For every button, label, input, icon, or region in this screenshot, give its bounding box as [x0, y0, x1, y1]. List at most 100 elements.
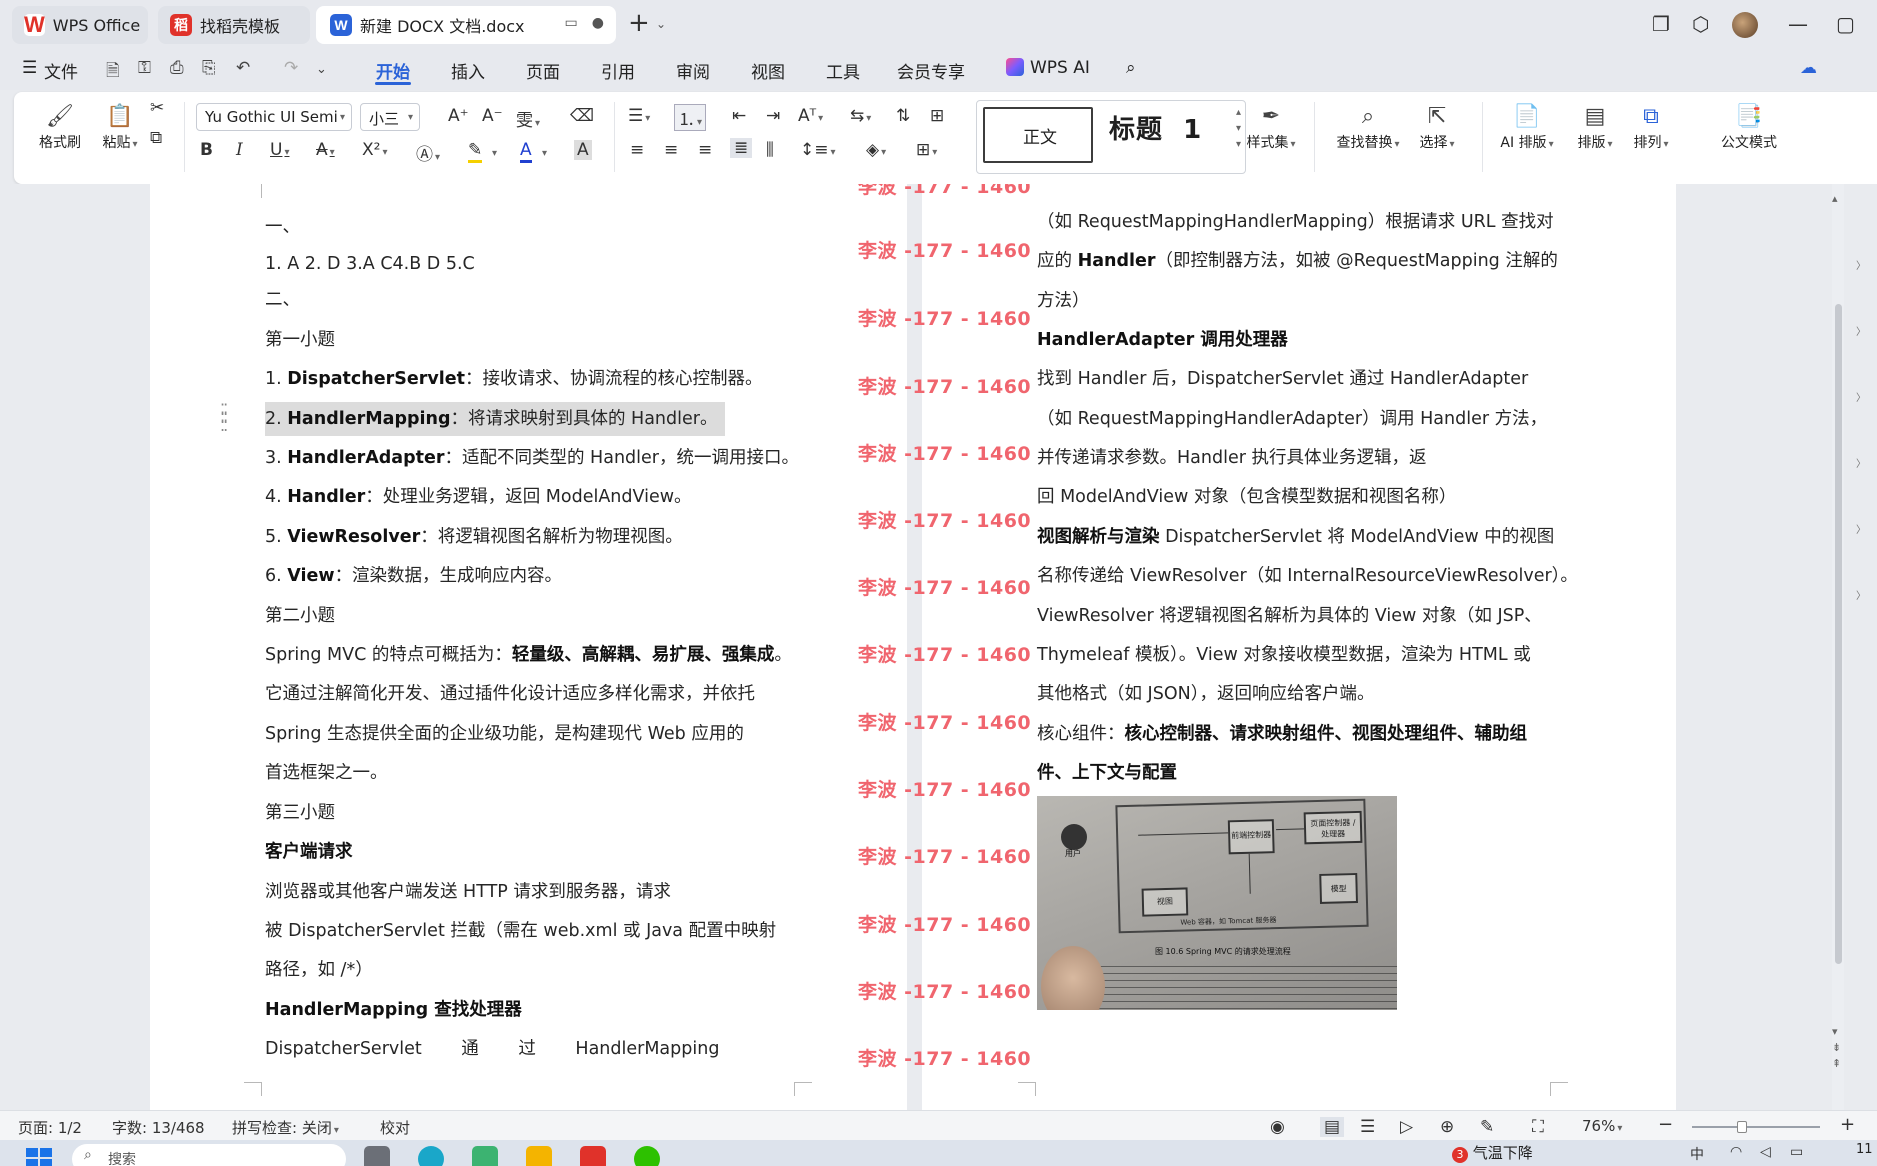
new-tab-button[interactable]: + [628, 10, 650, 36]
undo-icon[interactable]: ↶ [236, 58, 250, 78]
taskbar-search-box[interactable]: ⌕ 搜索 [72, 1144, 346, 1166]
layout-button[interactable]: ▤ 排版 ▾ [1570, 102, 1620, 152]
app-icon[interactable] [472, 1146, 498, 1166]
zoom-in-icon[interactable]: + [1840, 1114, 1855, 1135]
align-right-icon[interactable]: ≡ [698, 140, 712, 160]
web-view-icon[interactable]: ⊕ [1440, 1117, 1454, 1137]
tab-daoke-templates[interactable]: 稻 找稻壳模板 [158, 6, 310, 44]
print-preview-icon[interactable]: ⎘ [202, 58, 216, 78]
embedded-photo[interactable]: 前端控制器 页面控制器 / 处理器 模型 视图 Web 容器，如 Tomcat … [1037, 796, 1397, 1010]
menu-tab-tools[interactable]: 工具 [826, 58, 860, 83]
zoom-level[interactable]: 76% ▾ [1582, 1117, 1622, 1135]
wifi-icon[interactable]: ◠ [1730, 1144, 1742, 1160]
menu-tab-insert[interactable]: 插入 [451, 58, 485, 83]
superscript-button[interactable]: X² ▾ [362, 140, 388, 160]
spell-check-toggle[interactable]: 拼写检查: 关闭 ▾ [232, 1117, 339, 1138]
copy-icon[interactable]: ⧉ [150, 128, 162, 148]
unsaved-dot-icon[interactable]: ● [592, 15, 604, 31]
grow-font-icon[interactable]: A⁺ [448, 106, 469, 126]
cloud-upload-icon[interactable]: ☁ [1800, 58, 1817, 78]
menu-file[interactable]: 文件 [44, 58, 78, 83]
restore-layout-icon[interactable]: ❐ [1652, 12, 1670, 36]
word-count[interactable]: 字数: 13/468 [112, 1117, 205, 1138]
quick-access-chevron-icon[interactable]: ⌄ [316, 62, 327, 77]
increase-indent-icon[interactable]: ⇥ [766, 106, 780, 126]
minimize-button[interactable]: — [1788, 12, 1808, 36]
battery-icon[interactable]: ▭ [1790, 1144, 1803, 1160]
wps-taskbar-icon[interactable] [580, 1146, 606, 1166]
style-normal[interactable]: 正文 [983, 107, 1093, 163]
official-mode-button[interactable]: 📑 公文模式 [1702, 102, 1796, 152]
phonetic-guide-icon[interactable]: 雯 ▾ [516, 106, 540, 131]
file-explorer-icon[interactable] [526, 1146, 552, 1166]
text-effect-icon[interactable]: Ⓐ ▾ [416, 140, 440, 165]
select-button[interactable]: ⇱ 选择 ▾ [1410, 102, 1464, 152]
char-shading-icon[interactable]: A [574, 140, 592, 160]
menu-tab-home[interactable]: 开始 [376, 58, 410, 83]
line-spacing-icon[interactable]: ↕≡ ▾ [800, 140, 836, 160]
cut-icon[interactable]: ✂ [150, 98, 164, 118]
maximize-button[interactable]: ▢ [1836, 12, 1855, 36]
outline-view-icon[interactable]: ☰ [1360, 1117, 1375, 1137]
print-icon[interactable]: ⎙ [170, 58, 184, 78]
windows-start-icon[interactable] [26, 1148, 52, 1166]
proofread-button[interactable]: 校对 [380, 1117, 410, 1138]
scrollbar-thumb[interactable] [1835, 304, 1842, 964]
task-view-icon[interactable] [364, 1146, 390, 1166]
show-marks-icon[interactable]: ⊞ [930, 106, 944, 126]
zoom-slider-track[interactable] [1692, 1126, 1820, 1128]
menu-tab-references[interactable]: 引用 [601, 58, 635, 83]
tab-document[interactable]: W 新建 DOCX 文档.docx ▭ ● [316, 6, 616, 44]
distributed-icon[interactable]: ⫼ [766, 140, 774, 160]
search-icon[interactable]: ⌕ [1126, 58, 1136, 78]
char-scaling-icon[interactable]: ⇆ ▾ [850, 106, 871, 126]
bold-button[interactable]: B [200, 140, 213, 160]
weather-widget[interactable]: 3 气温下降 [1452, 1142, 1533, 1163]
scroll-up-icon[interactable]: ▴ [1832, 192, 1838, 205]
zoom-out-icon[interactable]: − [1658, 1114, 1673, 1135]
save-icon[interactable]: 🗎 [106, 58, 120, 87]
border-icon[interactable]: ⊞ ▾ [916, 140, 937, 160]
wechat-icon[interactable] [634, 1146, 660, 1166]
tab-wps-office[interactable]: W WPS Office [12, 6, 148, 44]
volume-icon[interactable]: ◁ [1760, 1144, 1771, 1160]
text-direction-icon[interactable]: Aᵀ ▾ [798, 106, 823, 126]
bullet-list-icon[interactable]: ☰ ▾ [628, 106, 650, 126]
font-color-button[interactable]: A [520, 140, 532, 163]
play-icon[interactable]: ▷ [1400, 1117, 1413, 1137]
highlight-icon[interactable]: ✎ [468, 140, 483, 163]
redo-icon[interactable]: ↷ [284, 58, 298, 78]
menu-tab-review[interactable]: 审阅 [676, 58, 710, 83]
menu-tab-view[interactable]: 视图 [751, 58, 785, 83]
eye-protection-icon[interactable]: ◉ [1270, 1117, 1285, 1137]
align-center-icon[interactable]: ≡ [664, 140, 678, 160]
menu-tab-wps-ai[interactable]: WPS AI [1006, 58, 1090, 78]
hamburger-icon[interactable]: ☰ [22, 58, 37, 78]
page-view-icon[interactable]: ▤ [1320, 1117, 1345, 1137]
numbered-list-icon[interactable]: ⒈ ▾ [674, 104, 707, 131]
strikethrough-button[interactable]: A ▾ [316, 140, 335, 160]
paragraph-drag-handle-icon[interactable]: ⁚⁚ ⁚⁚ ⁚⁚ [220, 402, 228, 434]
tab-list-chevron-icon[interactable]: ⌄ [656, 17, 666, 31]
ai-layout-button[interactable]: 📄 AI 排版 ▾ [1492, 102, 1562, 152]
italic-button[interactable]: I [236, 140, 243, 160]
find-replace-button[interactable]: ⌕ 查找替换 ▾ [1330, 102, 1406, 152]
clock[interactable]: 11 [1856, 1142, 1873, 1157]
ime-icon[interactable]: 中 [1690, 1144, 1704, 1164]
pen-icon[interactable]: ✎ [1480, 1117, 1494, 1137]
edge-browser-icon[interactable] [418, 1146, 444, 1166]
clear-format-icon[interactable]: ⌫ [570, 106, 594, 126]
page-indicator[interactable]: 页面: 1/2 [18, 1117, 82, 1138]
key-icon[interactable]: ⚿ [138, 58, 151, 78]
font-name-select[interactable]: Yu Gothic UI Semi ▾ [196, 103, 352, 131]
menu-tab-page[interactable]: 页面 [526, 58, 560, 83]
shrink-font-icon[interactable]: A⁻ [482, 106, 503, 126]
underline-button[interactable]: U ▾ [270, 140, 289, 160]
style-set-button[interactable]: ✒ 样式集 ▾ [1236, 102, 1306, 152]
align-left-icon[interactable]: ≡ [630, 140, 644, 160]
paste-button[interactable]: 📋 粘贴 ▾ [92, 102, 148, 152]
arrange-button[interactable]: ⧉ 排列 ▾ [1626, 102, 1676, 152]
zoom-slider-handle[interactable] [1737, 1121, 1747, 1133]
avatar[interactable] [1732, 12, 1758, 38]
window-mode-icon[interactable]: ▭ [565, 15, 578, 31]
